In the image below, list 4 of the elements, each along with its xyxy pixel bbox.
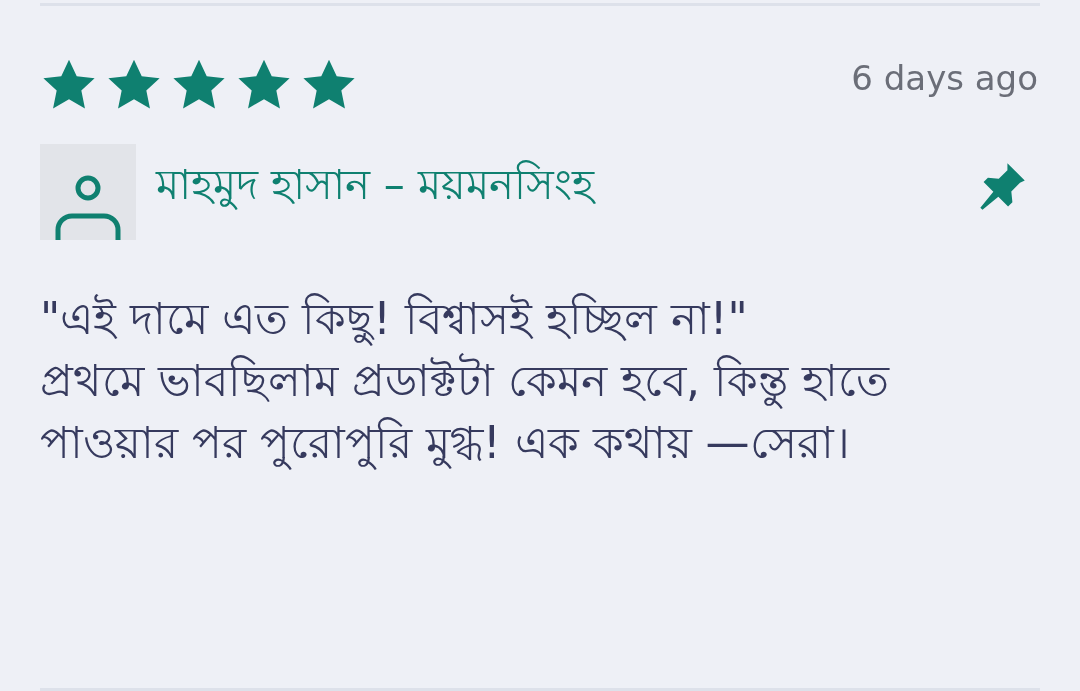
avatar-icon	[40, 144, 136, 240]
reviewer-name: মাহমুদ হাসান – ময়মনসিংহ	[156, 159, 597, 212]
review-text: "এই দামে এত কিছু! বিশ্বাসই হচ্ছিল না!" প্রথমে ভাবছিলাম প্রডাক্টটা কেমন হবে, কিন্তু হাতে পাওয়ার পর পুরোপুরি মুগ্ধ! এক কথায় —সেরা।	[40, 292, 891, 472]
review-date: 6 days ago	[851, 58, 1038, 98]
